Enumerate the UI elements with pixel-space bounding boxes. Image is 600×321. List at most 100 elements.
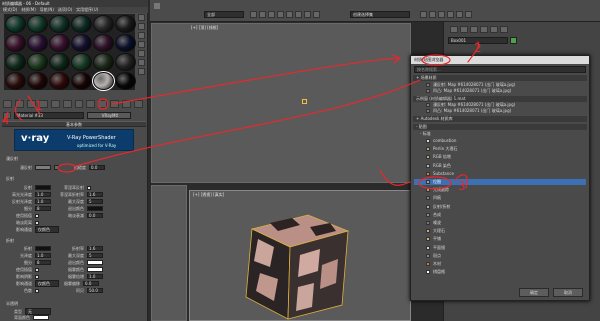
fog-bias-value[interactable]: 0.0 [83,281,99,286]
sample-type-icon[interactable] [138,14,145,21]
map-list-item[interactable]: 凹痕 [414,195,586,201]
put-to-scene-icon[interactable] [14,100,24,108]
object-name-field[interactable]: Box001 [448,37,508,44]
map-list-item[interactable]: 棋盘格 [414,269,586,275]
material-type-button[interactable]: VRayMtl [87,111,131,119]
sample-slot[interactable] [49,72,70,90]
ior-value[interactable]: 1.6 [87,246,103,251]
map-list-item[interactable]: Substance [414,171,586,177]
abbe-value[interactable]: 50.0 [87,288,103,293]
sample-slot[interactable] [93,53,114,71]
map-list-item[interactable]: 噪波 [414,220,586,226]
eyedropper-icon[interactable] [3,111,11,119]
map-list-item[interactable]: 位图 [414,179,586,185]
refr-gloss-value[interactable]: 1.0 [35,253,51,258]
scene-item-2[interactable]: 凹凸: Map #614028071 (出门 玻璃a.jpg) [414,88,586,94]
fresnel-ior-value[interactable]: 1.6 [87,192,103,197]
refr-affect-channels-dropdown[interactable]: 仅颜色 [35,280,59,287]
map-list-item[interactable]: 平面镜 [414,245,586,251]
roughness-value[interactable]: 0.0 [89,165,105,170]
hilight-gloss-value[interactable]: 1.0 [35,192,51,197]
sample-slot[interactable] [5,72,26,90]
sample-slot[interactable] [49,53,70,71]
textured-box-object[interactable] [230,209,380,321]
viewport-persp-label[interactable]: [+] [透视] [真实] [190,191,410,199]
map-list-item[interactable]: Perlin 大理石 [414,146,586,152]
reset-map-icon[interactable] [38,100,48,108]
viewport-perspective[interactable]: [+] [透视] [真实] [189,190,411,321]
sample-slot[interactable] [115,72,136,90]
autodesk-library-section[interactable]: + Autodesk 材质库 [413,116,587,122]
dim-distance-checkbox[interactable] [35,220,39,225]
sample-slot[interactable] [27,15,48,33]
sample-slot[interactable] [49,15,70,33]
sample-slot[interactable] [92,71,115,91]
refr-use-interp-checkbox[interactable] [35,267,39,272]
sample-slot[interactable] [115,34,136,52]
make-preview-icon[interactable] [138,59,145,66]
sample-slot[interactable] [71,72,92,90]
sample-item-2[interactable]: 凹凸: Map #614028071 (出门 玻璃a.jpg) [414,108,586,114]
menu-utilities[interactable]: 实用程序(U) [76,7,98,13]
dispersion-checkbox[interactable] [35,288,39,293]
selection-filter-dropdown[interactable]: 全部 [204,11,244,18]
options-icon[interactable] [138,68,145,75]
refr-max-depth-value[interactable]: 5 [87,253,103,258]
map-list-item[interactable]: 光线跟踪 [414,187,586,193]
menu-mode[interactable]: 模式(D) [3,7,17,13]
map-list-item[interactable]: RGB 染色 [414,163,586,169]
show-map-icon[interactable] [86,100,96,108]
browser-search-input[interactable]: 按名称搜索... [414,66,586,73]
maps-section[interactable]: - 贴图 [413,124,587,130]
object-color-swatch[interactable] [510,37,517,44]
map-list-item[interactable]: 木材 [414,261,586,267]
affect-shadows-checkbox[interactable] [35,274,39,279]
exit-color-swatch[interactable] [87,206,103,211]
viewport-top[interactable]: [+] [顶] [线框] [151,23,411,183]
go-to-parent-icon[interactable] [110,100,120,108]
basic-params-header[interactable]: 基本参数 [2,121,146,127]
refract-swatch[interactable] [35,246,51,251]
refr-exit-color-swatch[interactable] [87,260,103,265]
put-to-library-icon[interactable] [62,100,72,108]
standard-subsection[interactable]: - 标准 [417,131,587,137]
sample-slot[interactable] [93,34,114,52]
dim-falloff-value[interactable]: 0.0 [87,213,103,218]
video-check-icon[interactable] [138,50,145,57]
map-list-item[interactable]: RGB 倍增 [414,154,586,160]
menu-options[interactable]: 选项(O) [58,7,72,13]
uv-tiling-icon[interactable] [138,41,145,48]
menu-material[interactable]: 材质(M) [21,7,36,13]
map-list-item[interactable]: 平铺 [414,236,586,242]
fog-color-swatch[interactable] [87,267,103,272]
get-material-icon[interactable] [3,100,12,108]
assign-to-selection-icon[interactable] [26,100,36,108]
map-list-item[interactable]: combustion [414,138,586,144]
sample-slot[interactable] [115,53,136,71]
use-interp-checkbox[interactable] [35,213,39,218]
backlight-icon[interactable] [138,23,145,30]
menu-navigation[interactable]: 导航(N) [40,7,54,13]
diffuse-swatch[interactable] [35,165,51,170]
diffuse-map-button[interactable] [54,165,59,170]
cancel-button[interactable]: 取消 [553,288,583,297]
fresnel-checkbox[interactable] [87,185,91,190]
sample-slot[interactable] [27,34,48,52]
viewport-left[interactable] [151,185,187,321]
material-id-icon[interactable] [74,100,84,108]
viewport-top-label[interactable]: [+] [顶] [线框] [188,24,410,32]
sample-slot[interactable] [27,72,48,90]
sample-slot[interactable] [5,53,26,71]
sample-slot[interactable] [71,53,92,71]
sample-slot[interactable] [71,34,92,52]
reflect-swatch[interactable] [35,185,51,190]
sample-slot[interactable] [5,15,26,33]
subdivs-value[interactable]: 8 [35,206,51,211]
named-selection-dropdown[interactable]: 创建选择集 [350,11,410,18]
refl-gloss-value[interactable]: 1.0 [35,199,51,204]
make-unique-icon[interactable] [50,100,60,108]
show-end-result-icon[interactable] [98,100,108,108]
map-list-item[interactable]: 合成 [414,212,586,218]
sample-slot[interactable] [5,34,26,52]
background-icon[interactable] [138,32,145,39]
